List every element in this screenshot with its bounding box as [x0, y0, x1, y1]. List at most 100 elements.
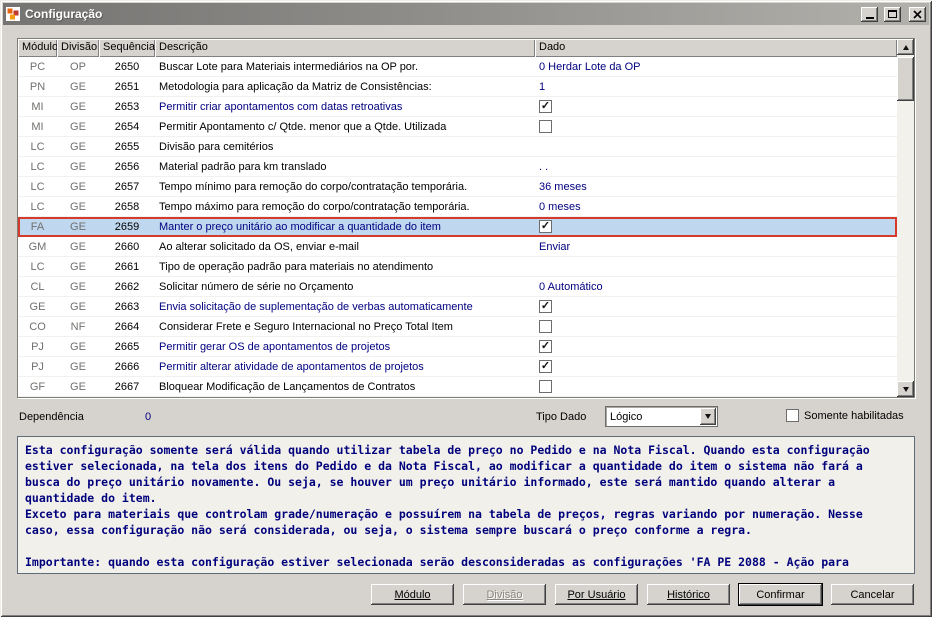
- cell-dado: . .: [539, 160, 549, 173]
- configuracao-window: Configuração Módulo Divisão Sequência De…: [0, 0, 932, 617]
- combo-dropdown-button[interactable]: [700, 408, 716, 425]
- cell-modulo: FA: [30, 220, 45, 233]
- maximize-icon: [888, 10, 897, 18]
- scrollbar-thumb[interactable]: [897, 57, 914, 101]
- scroll-down-button[interactable]: [897, 381, 914, 397]
- column-header-modulo[interactable]: Módulo: [18, 39, 57, 57]
- cell-descricao: Tipo de operação padrão para materiais n…: [159, 260, 434, 273]
- cell-divisao: GE: [70, 260, 86, 273]
- cell-modulo: PN: [29, 80, 46, 93]
- historico-button[interactable]: Histórico: [646, 583, 731, 606]
- maximize-button[interactable]: [884, 6, 901, 22]
- button-label: Por Usuário: [567, 588, 626, 601]
- dado-checkbox[interactable]: [539, 340, 552, 353]
- close-button[interactable]: [909, 6, 926, 22]
- modulo-button[interactable]: Módulo: [370, 583, 455, 606]
- arrow-up-icon: [902, 44, 909, 50]
- cell-divisao: GE: [70, 360, 86, 373]
- table-row[interactable]: PC OP 2650 Buscar Lote para Materiais inter…: [18, 57, 897, 77]
- cell-modulo: GF: [29, 380, 46, 393]
- cell-dado: 1: [539, 80, 546, 93]
- table-row[interactable]: MI GE 2654 Permitir Apontamento c/ Qtde. me…: [18, 117, 897, 137]
- somente-habilitadas-option[interactable]: Somente habilitadas: [786, 409, 904, 422]
- cell-descricao: Metodologia para aplicação da Matriz de …: [159, 80, 432, 93]
- cell-modulo: LC: [30, 160, 45, 173]
- cell-modulo: GE: [29, 300, 46, 313]
- app-icon: [6, 7, 21, 22]
- cell-sequencia: 2662: [114, 280, 140, 293]
- dependencia-label: Dependência: [19, 411, 84, 423]
- cell-modulo: PJ: [31, 340, 44, 353]
- cell-descricao: Tempo mínimo para remoção do corpo/contr…: [159, 180, 468, 193]
- dependencia-value: 0: [145, 411, 152, 423]
- cell-divisao: NF: [70, 320, 86, 333]
- cell-modulo: MI: [31, 120, 44, 133]
- button-label: Histórico: [667, 588, 710, 601]
- dado-checkbox[interactable]: [539, 380, 552, 393]
- chevron-down-icon: [705, 414, 711, 419]
- scrollbar-track[interactable]: [897, 55, 914, 381]
- cell-descricao: Ao alterar solicitado da OS, enviar e-ma…: [159, 240, 359, 253]
- table-row[interactable]: LC GE 2661 Tipo de operação padrão para mat…: [18, 257, 897, 277]
- por-usuario-button[interactable]: Por Usuário: [554, 583, 639, 606]
- dado-checkbox[interactable]: [539, 360, 552, 373]
- table-row[interactable]: PJ GE 2666 Permitir alterar atividade de ap…: [18, 357, 897, 377]
- grid: Módulo Divisão Sequência Descrição Dado …: [18, 39, 897, 397]
- column-header-descricao[interactable]: Descrição: [155, 39, 535, 57]
- cell-modulo: MI: [31, 100, 44, 113]
- table-row[interactable]: PN GE 2651 Metodologia para aplicação da Ma…: [18, 77, 897, 97]
- cell-sequencia: 2657: [114, 180, 140, 193]
- cell-descricao: Material padrão para km translado: [159, 160, 327, 173]
- cell-modulo: LC: [30, 200, 45, 213]
- column-header-divisao[interactable]: Divisão: [57, 39, 99, 57]
- dado-checkbox[interactable]: [539, 100, 552, 113]
- divisao-button[interactable]: Divisão: [462, 583, 547, 606]
- table-row[interactable]: GM GE 2660 Ao alterar solicitado da OS, env…: [18, 237, 897, 257]
- dado-checkbox[interactable]: [539, 120, 552, 133]
- cell-modulo: CO: [29, 320, 46, 333]
- dado-checkbox[interactable]: [539, 220, 552, 233]
- table-row[interactable]: LC GE 2657 Tempo mínimo para remoção do cor…: [18, 177, 897, 197]
- table-row[interactable]: CO NF 2664 Considerar Frete e Seguro Intern…: [18, 317, 897, 337]
- cell-sequencia: 2667: [114, 380, 140, 393]
- cell-sequencia: 2650: [114, 60, 140, 73]
- somente-habilitadas-checkbox[interactable]: [786, 409, 799, 422]
- table-row[interactable]: LC GE 2656 Material padrão para km translad…: [18, 157, 897, 177]
- table-row[interactable]: MI GE 2653 Permitir criar apontamentos com …: [18, 97, 897, 117]
- table-row[interactable]: LC GE 2658 Tempo máximo para remoção do cor…: [18, 197, 897, 217]
- cell-sequencia: 2661: [114, 260, 140, 273]
- scroll-up-button[interactable]: [897, 39, 914, 55]
- cell-descricao: Permitir criar apontamentos com datas re…: [159, 100, 403, 113]
- column-header-sequencia[interactable]: Sequência: [99, 39, 155, 57]
- grid-body: PC OP 2650 Buscar Lote para Materiais inter…: [18, 57, 897, 397]
- cell-divisao: GE: [70, 240, 86, 253]
- cell-divisao: OP: [70, 60, 86, 73]
- table-row-selected[interactable]: FA GE 2659 Manter o preço unitário ao modif…: [18, 217, 897, 237]
- cell-descricao: Permitir alterar atividade de apontament…: [159, 360, 424, 373]
- cell-sequencia: 2666: [114, 360, 140, 373]
- cell-descricao: Divisão para cemitérios: [159, 140, 274, 153]
- cell-divisao: GE: [70, 120, 86, 133]
- somente-habilitadas-label: Somente habilitadas: [804, 409, 904, 422]
- cell-dado: 36 meses: [539, 180, 587, 193]
- cancelar-button[interactable]: Cancelar: [830, 583, 915, 606]
- minimize-button[interactable]: [861, 6, 878, 22]
- column-header-dado[interactable]: Dado: [535, 39, 897, 57]
- minimize-icon: [865, 16, 874, 19]
- button-label: Divisão: [486, 588, 523, 601]
- cell-dado: [535, 340, 897, 353]
- dado-checkbox[interactable]: [539, 320, 552, 333]
- confirmar-button[interactable]: Confirmar: [738, 583, 823, 606]
- cell-divisao: GE: [70, 160, 86, 173]
- titlebar[interactable]: Configuração: [3, 3, 929, 25]
- table-row[interactable]: LC GE 2655 Divisão para cemitérios: [18, 137, 897, 157]
- table-row[interactable]: GF GE 2667 Bloquear Modificação de Lançamen…: [18, 377, 897, 397]
- table-row[interactable]: GE GE 2663 Envia solicitação de suplementaç…: [18, 297, 897, 317]
- button-label: Módulo: [394, 588, 431, 601]
- table-row[interactable]: PJ GE 2665 Permitir gerar OS de apontamento…: [18, 337, 897, 357]
- tipo-dado-select[interactable]: Lógico: [605, 406, 718, 427]
- table-row[interactable]: CL GE 2662 Solicitar número de série no Orç…: [18, 277, 897, 297]
- dado-checkbox[interactable]: [539, 300, 552, 313]
- cell-dado: [535, 300, 897, 313]
- cell-divisao: GE: [70, 380, 86, 393]
